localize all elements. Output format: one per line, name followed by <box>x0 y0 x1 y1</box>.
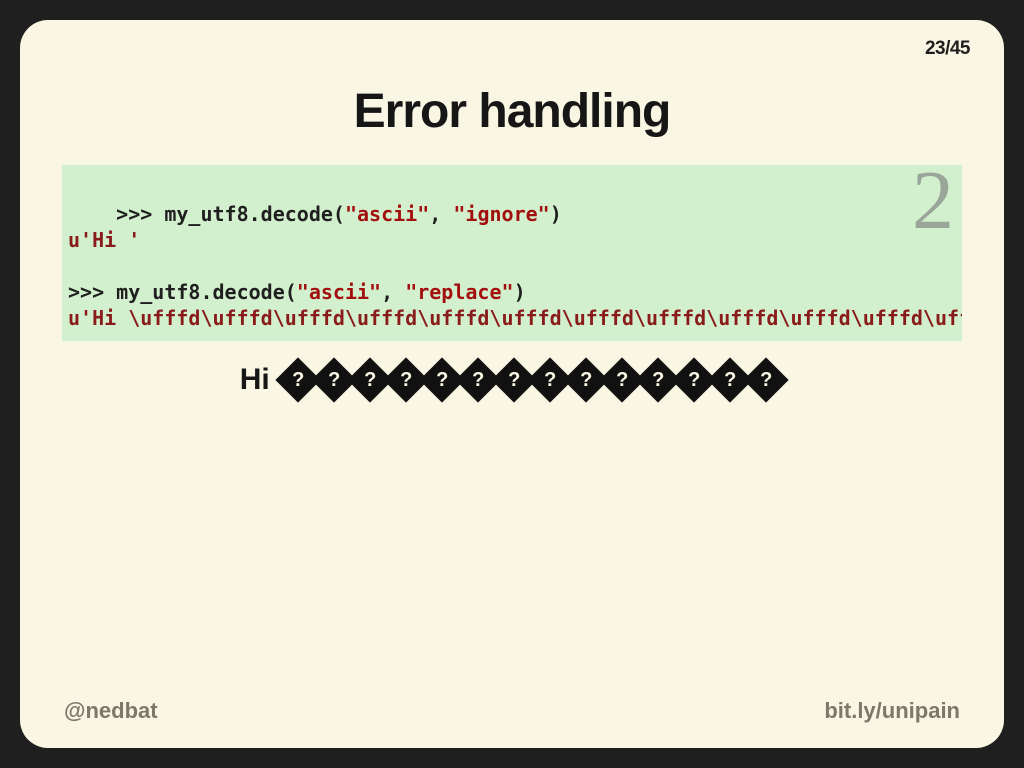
page-total: 45 <box>950 38 970 59</box>
code-line-4-comma: , <box>381 280 405 304</box>
replacement-char-icon <box>678 364 710 396</box>
slide-title: Error handling <box>64 84 960 139</box>
code-line-1-comma: , <box>429 202 453 226</box>
rendered-prefix: Hi <box>240 363 270 396</box>
replacement-char-icon <box>570 364 602 396</box>
footer: @nedbat bit.ly/unipain <box>64 698 960 724</box>
slide: 23/45 Error handling 2 >>> my_utf8.decode… <box>20 20 1004 748</box>
code-line-4-call: my_utf8.decode( <box>116 280 297 304</box>
code-line-2-output: u'Hi ' <box>68 228 140 252</box>
code-line-5-output: u'Hi \ufffd\ufffd\ufffd\ufffd\ufffd\ufff… <box>68 306 962 330</box>
footer-link: bit.ly/unipain <box>824 698 960 724</box>
replacement-char-icon <box>498 364 530 396</box>
rendered-output: Hi <box>64 363 960 397</box>
code-line-3-blank <box>68 254 80 278</box>
code-line-4-arg2: "replace" <box>405 280 513 304</box>
replacement-diamonds <box>280 364 784 396</box>
code-line-4-close: ) <box>514 280 526 304</box>
replacement-char-icon <box>282 364 314 396</box>
code-line-1-close: ) <box>550 202 562 226</box>
code-line-1-prompt: >>> <box>116 202 164 226</box>
code-line-1-arg1: "ascii" <box>345 202 429 226</box>
replacement-char-icon <box>750 364 782 396</box>
code-line-1-arg2: "ignore" <box>453 202 549 226</box>
code-line-1-call: my_utf8.decode( <box>164 202 345 226</box>
replacement-char-icon <box>642 364 674 396</box>
page-current: 23 <box>925 38 945 59</box>
replacement-char-icon <box>714 364 746 396</box>
page-number: 23/45 <box>925 38 970 60</box>
replacement-char-icon <box>318 364 350 396</box>
replacement-char-icon <box>354 364 386 396</box>
replacement-char-icon <box>462 364 494 396</box>
code-line-4-prompt: >>> <box>68 280 116 304</box>
replacement-char-icon <box>606 364 638 396</box>
code-block: 2>>> my_utf8.decode("ascii", "ignore") u… <box>62 165 962 341</box>
footer-handle: @nedbat <box>64 698 158 724</box>
replacement-char-icon <box>390 364 422 396</box>
replacement-char-icon <box>426 364 458 396</box>
replacement-char-icon <box>534 364 566 396</box>
python-version-badge: 2 <box>912 165 954 243</box>
code-line-4-arg1: "ascii" <box>297 280 381 304</box>
